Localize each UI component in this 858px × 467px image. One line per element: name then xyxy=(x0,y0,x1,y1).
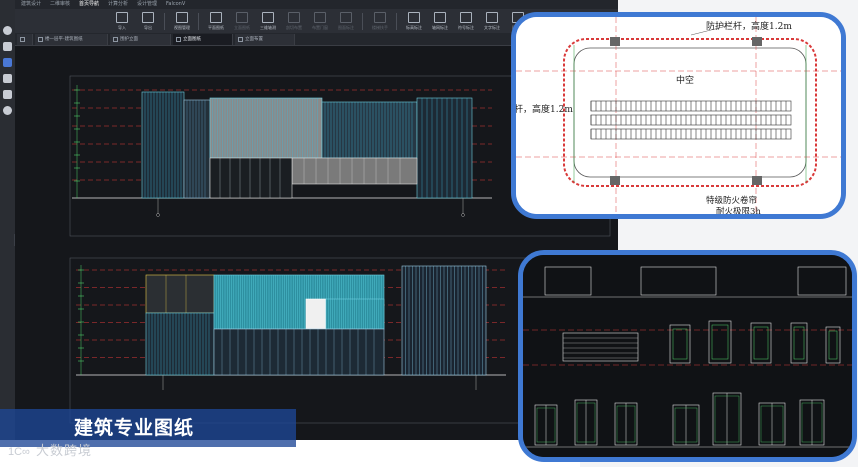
atrium-plan-drawing: 防护栏杆，高度1.2m 中空 杆，高度1.2m 特级防火卷帘 耐火极限3h xyxy=(516,17,841,214)
app-window: › 建筑设计二维审核首页导航计算分析设计管理FalconV 导入导出视图管理平面… xyxy=(0,0,858,467)
tool-icon xyxy=(236,12,248,23)
tool-icon xyxy=(340,12,352,23)
home-icon[interactable] xyxy=(3,26,12,35)
fire-rating-label: 耐火极限3h xyxy=(716,206,761,214)
tab-1[interactable]: 楼一层平-建筑图纸 xyxy=(35,34,108,45)
fire-shutter-label: 特级防火卷帘 xyxy=(706,195,757,206)
tool-icon xyxy=(116,12,128,23)
tool-icon xyxy=(314,12,326,23)
file-icon xyxy=(238,37,243,42)
ribbon-button-label: 导出 xyxy=(144,25,152,30)
ribbon-separator xyxy=(198,13,199,30)
list-icon[interactable] xyxy=(3,90,12,99)
door-window-elevations xyxy=(523,255,852,457)
caption-text: 建筑专业图纸 xyxy=(74,417,195,439)
ribbon-button-0-1[interactable]: 导出 xyxy=(137,11,159,31)
menu-5[interactable]: FalconV xyxy=(166,0,185,9)
watermark-text: 大数跨境 xyxy=(36,444,93,459)
ribbon-button-label: 楼梯扶手 xyxy=(372,25,388,30)
watermark-logo: 1C∞ xyxy=(8,446,30,458)
ribbon-button-2-0[interactable]: 平面图纸 xyxy=(205,11,227,31)
tool-icon xyxy=(210,12,222,23)
ribbon-button-2-2[interactable]: 三维轴测 xyxy=(257,11,279,31)
atrium-label: 中空 xyxy=(676,74,694,86)
tool-icon xyxy=(460,12,472,23)
ribbon-separator xyxy=(164,13,165,30)
ribbon-button-2-4[interactable]: 布置门窗 xyxy=(309,11,331,31)
folder-icon[interactable] xyxy=(3,74,12,83)
tab-4[interactable]: 立面布置 xyxy=(235,34,295,45)
detail-plan-callout: 防护栏杆，高度1.2m 中空 杆，高度1.2m 特级防火卷帘 耐火极限3h xyxy=(511,12,846,219)
file-icon xyxy=(176,37,181,42)
ribbon-button-label: 图面标注 xyxy=(338,25,354,30)
menu-0[interactable]: 建筑设计 xyxy=(21,0,41,9)
tab-label: 立面图纸 xyxy=(183,37,201,42)
ribbon-button-2-5[interactable]: 图面标注 xyxy=(335,11,357,31)
layers-icon[interactable] xyxy=(3,58,12,67)
ribbon-button-3-0[interactable]: 楼梯扶手 xyxy=(369,11,391,31)
tab-label: 围护立面 xyxy=(120,37,138,42)
file-icon xyxy=(113,37,118,42)
ribbon-button-1-0[interactable]: 视图管理 xyxy=(171,11,193,31)
help-icon[interactable] xyxy=(3,106,12,115)
menu-1[interactable]: 二维审核 xyxy=(50,0,70,9)
tool-icon xyxy=(408,12,420,23)
ribbon-button-4-2[interactable]: 符号标注 xyxy=(455,11,477,31)
guardrail-label-left: 杆，高度1.2m xyxy=(516,103,573,115)
ribbon-button-4-1[interactable]: 轴网标注 xyxy=(429,11,451,31)
menu-bar: 建筑设计 二维审核 首页导航 计算分析 设计管理 FalconV xyxy=(15,0,618,10)
tab-0[interactable] xyxy=(17,34,33,45)
tool-icon xyxy=(288,12,300,23)
door-window-detail-callout xyxy=(518,250,857,462)
ribbon-separator xyxy=(396,13,397,30)
tool-icon xyxy=(142,12,154,23)
tool-icon xyxy=(434,12,446,23)
home-icon xyxy=(20,37,25,42)
tool-icon xyxy=(176,12,188,23)
menu-3[interactable]: 计算分析 xyxy=(108,0,128,9)
tool-icon xyxy=(262,12,274,23)
file-icon xyxy=(38,37,43,42)
ribbon-button-4-3[interactable]: 文字标注 xyxy=(481,11,503,31)
ribbon-button-label: 视图管理 xyxy=(174,25,190,30)
tab-label: 楼一层平-建筑图纸 xyxy=(45,37,83,42)
ribbon-button-0-0[interactable]: 导入 xyxy=(111,11,133,31)
menu-4[interactable]: 设计管理 xyxy=(137,0,157,9)
left-toolbar xyxy=(0,0,16,440)
ribbon-button-4-0[interactable]: 标高标注 xyxy=(403,11,425,31)
ribbon-button-2-1[interactable]: 立面图纸 xyxy=(231,11,253,31)
ribbon-button-2-3[interactable]: 剖切布置 xyxy=(283,11,305,31)
tool-icon xyxy=(374,12,386,23)
tab-3[interactable]: 立面图纸 xyxy=(173,34,233,45)
tab-label: 立面布置 xyxy=(245,37,263,42)
cube-icon[interactable] xyxy=(3,42,12,51)
guardrail-label: 防护栏杆，高度1.2m xyxy=(706,20,792,32)
ribbon-separator xyxy=(362,13,363,30)
tool-icon xyxy=(486,12,498,23)
tab-2[interactable]: 围护立面 xyxy=(110,34,171,45)
